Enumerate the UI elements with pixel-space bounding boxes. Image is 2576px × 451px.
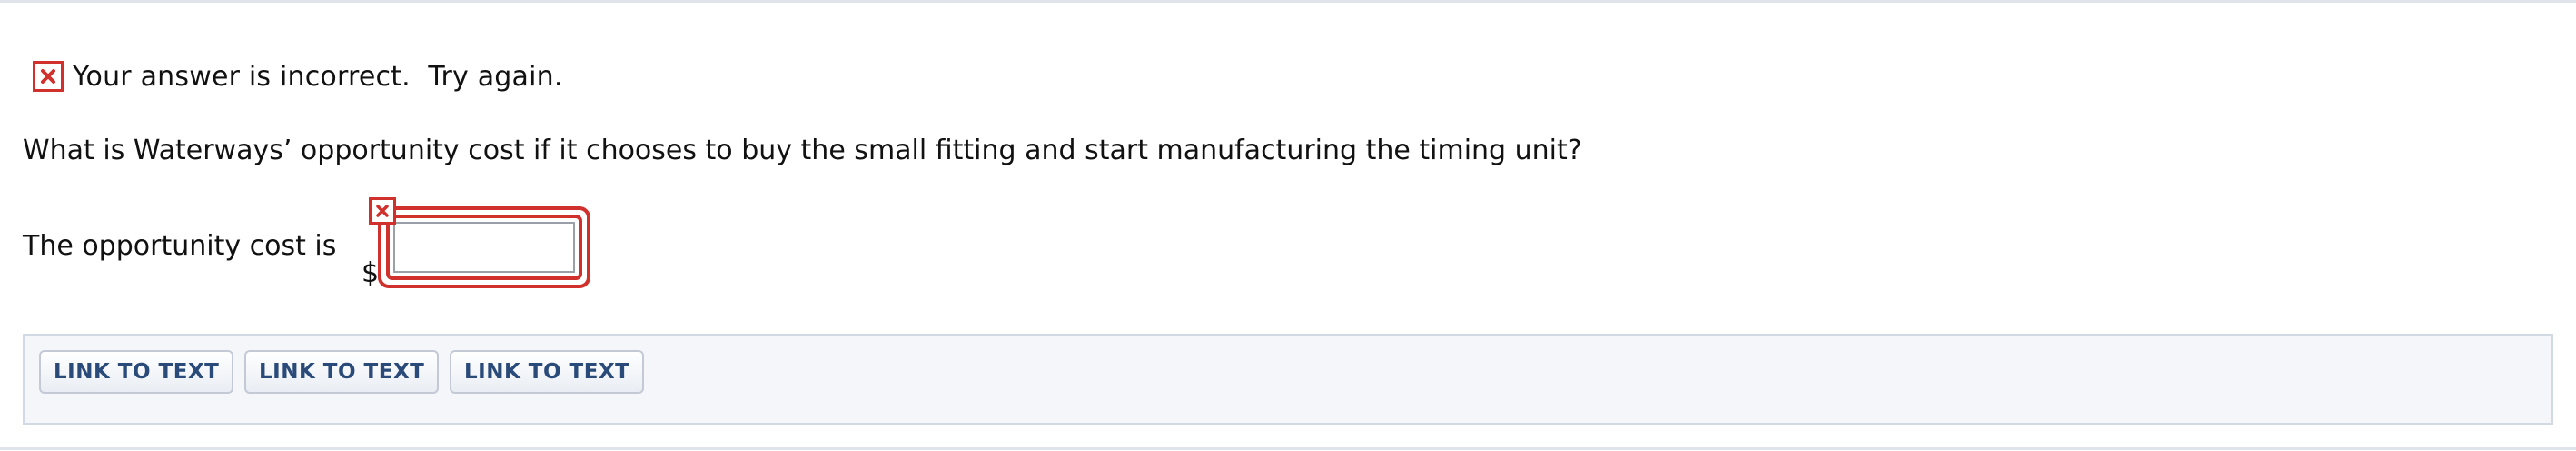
currency-symbol: $ bbox=[362, 257, 380, 289]
question-frame: Your answer is incorrect. Try again. Wha… bbox=[0, 0, 2576, 451]
incorrect-x-icon bbox=[33, 61, 64, 92]
question-text: What is Waterways’ opportunity cost if i… bbox=[23, 135, 1582, 166]
incorrect-x-icon bbox=[369, 197, 396, 225]
answer-field-border bbox=[386, 215, 582, 280]
divider bbox=[0, 447, 2576, 450]
link-to-text-button-2[interactable]: LINK TO TEXT bbox=[244, 350, 440, 394]
answer-field-highlight bbox=[378, 206, 590, 288]
link-to-text-button-1[interactable]: LINK TO TEXT bbox=[39, 350, 234, 394]
feedback-text: Your answer is incorrect. Try again. bbox=[73, 60, 563, 93]
opportunity-cost-input[interactable] bbox=[393, 222, 575, 273]
link-bar: LINK TO TEXT LINK TO TEXT LINK TO TEXT bbox=[23, 334, 2553, 425]
feedback-message: Your answer is incorrect. Try again. bbox=[33, 59, 563, 94]
answer-label: The opportunity cost is bbox=[23, 230, 337, 262]
link-to-text-button-3[interactable]: LINK TO TEXT bbox=[450, 350, 645, 394]
